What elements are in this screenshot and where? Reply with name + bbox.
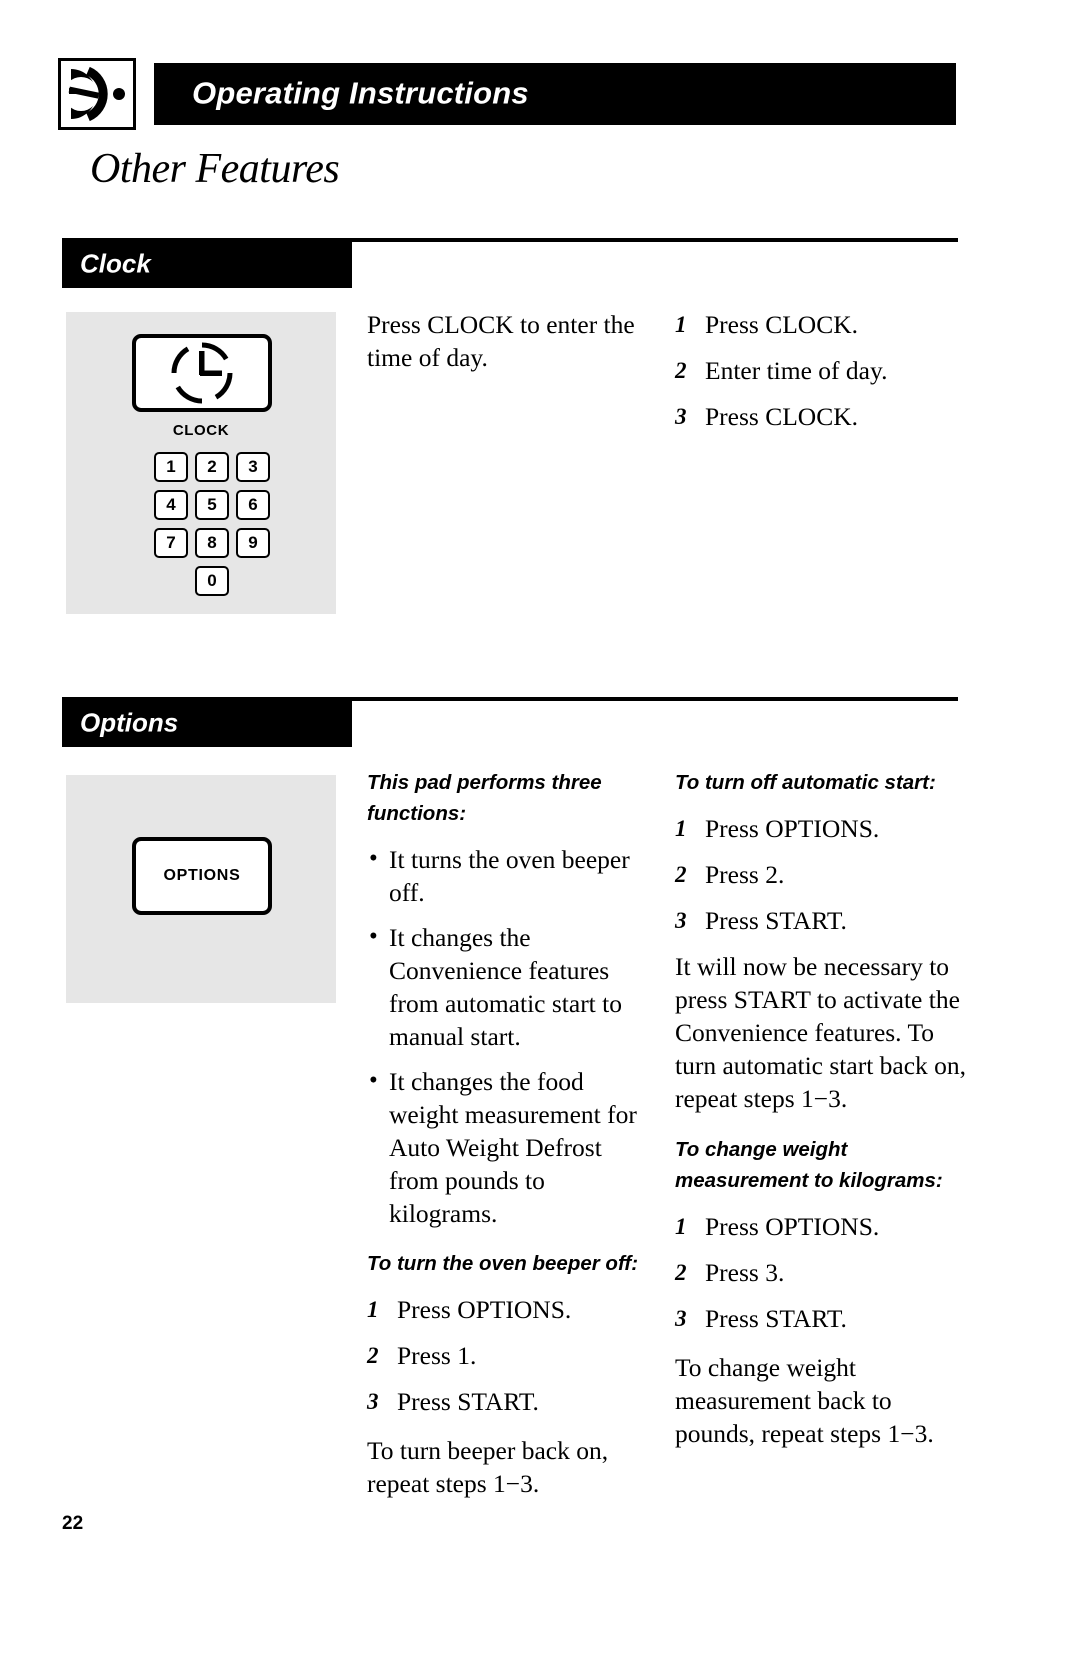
page-title: Other Features — [90, 146, 340, 192]
step-text: Press OPTIONS. — [705, 1212, 880, 1241]
keypad-key-3[interactable]: 3 — [236, 452, 270, 482]
step-item: 2 Press 2. — [675, 858, 967, 891]
step-item: 1 Press OPTIONS. — [675, 812, 967, 845]
beeper-heading: To turn the oven beeper off: — [367, 1252, 639, 1275]
step-text: Press OPTIONS. — [397, 1295, 572, 1324]
step-text: Press START. — [705, 1304, 847, 1333]
options-functions-column: This pad performs three functions: • It … — [367, 767, 649, 1519]
beeper-note: To turn beeper back on, repeat steps 1−3… — [367, 1436, 609, 1498]
auto-start-heading: To turn off automatic start: — [675, 771, 936, 794]
clock-steps-column: 1 Press CLOCK. 2 Enter time of day. 3 Pr… — [675, 308, 965, 446]
step-item: 3 Press START. — [675, 904, 967, 937]
step-item: 1 Press CLOCK. — [675, 308, 965, 341]
clock-keypad-illustration: CLOCK 1 2 3 4 5 6 7 8 9 0 — [66, 312, 336, 614]
bullet-icon: • — [369, 845, 378, 872]
section-tab-options: Options — [62, 701, 352, 747]
step-number: 1 — [675, 1214, 687, 1239]
step-text: Press START. — [705, 906, 847, 935]
step-item: 1 Press OPTIONS. — [675, 1210, 967, 1243]
options-intro-heading: This pad performs three functions: — [367, 771, 602, 825]
section-tab-label: Options — [80, 707, 179, 738]
step-item: 2 Enter time of day. — [675, 354, 965, 387]
step-number: 2 — [675, 358, 687, 383]
step-text: Press CLOCK. — [705, 310, 859, 339]
step-number: 1 — [367, 1297, 379, 1322]
header-title: Operating Instructions — [192, 75, 529, 111]
auto-start-note: It will now be necessary to press START … — [675, 952, 967, 1113]
bullet-icon: • — [369, 1067, 378, 1094]
page-number: 22 — [62, 1513, 84, 1534]
step-number: 3 — [367, 1389, 379, 1414]
page-header: Operating Instructions — [58, 58, 958, 130]
list-item-text: It changes the food weight measurement f… — [389, 1067, 637, 1228]
list-item: • It turns the oven beeper off. — [367, 843, 649, 909]
options-pad-button[interactable]: OPTIONS — [132, 837, 272, 915]
clock-face-icon — [171, 342, 233, 404]
step-item: 3 Press START. — [675, 1302, 967, 1335]
step-number: 3 — [675, 908, 687, 933]
options-pad-label: OPTIONS — [163, 867, 241, 884]
keypad-key-5[interactable]: 5 — [195, 490, 229, 520]
list-item-text: It changes the Convenience features from… — [389, 923, 622, 1051]
list-item-text: It turns the oven beeper off. — [389, 845, 630, 907]
keypad-key-8[interactable]: 8 — [195, 528, 229, 558]
step-number: 3 — [675, 1306, 687, 1331]
keypad-key-6[interactable]: 6 — [236, 490, 270, 520]
step-number: 1 — [675, 816, 687, 841]
keypad-key-2[interactable]: 2 — [195, 452, 229, 482]
microwave-dial-icon — [58, 58, 136, 130]
kilograms-heading: To change weight measurement to kilogram… — [675, 1138, 943, 1192]
step-text: Press 3. — [705, 1258, 785, 1287]
step-text: Press OPTIONS. — [705, 814, 880, 843]
list-item: • It changes the food weight measurement… — [367, 1065, 649, 1230]
bullet-icon: • — [369, 923, 378, 950]
step-item: 3 Press START. — [367, 1385, 649, 1418]
step-number: 2 — [367, 1343, 379, 1368]
section-tab-clock: Clock — [62, 242, 352, 288]
keypad-key-0[interactable]: 0 — [195, 566, 229, 596]
step-text: Press 1. — [397, 1341, 477, 1370]
step-item: 2 Press 1. — [367, 1339, 649, 1372]
clock-pad-label: CLOCK — [172, 422, 230, 439]
kilograms-note: To change weight measurement back to pou… — [675, 1353, 934, 1448]
clock-pad-button[interactable] — [132, 334, 272, 412]
section-tab-label: Clock — [80, 248, 151, 279]
step-number: 2 — [675, 1260, 687, 1285]
step-text: Press START. — [397, 1387, 539, 1416]
step-text: Press 2. — [705, 860, 785, 889]
step-number: 3 — [675, 404, 687, 429]
step-item: 1 Press OPTIONS. — [367, 1293, 649, 1326]
keypad-key-9[interactable]: 9 — [236, 528, 270, 558]
keypad-key-4[interactable]: 4 — [154, 490, 188, 520]
step-text: Enter time of day. — [705, 356, 888, 385]
step-text: Press CLOCK. — [705, 402, 859, 431]
step-number: 1 — [675, 312, 687, 337]
clock-description-column: Press CLOCK to enter the time of day. — [367, 308, 642, 393]
keypad-key-7[interactable]: 7 — [154, 528, 188, 558]
list-item: • It changes the Convenience features fr… — [367, 921, 649, 1053]
step-number: 2 — [675, 862, 687, 887]
clock-description: Press CLOCK to enter the time of day. — [367, 310, 635, 372]
keypad-key-1[interactable]: 1 — [154, 452, 188, 482]
options-pad-illustration: OPTIONS — [66, 775, 336, 1003]
step-item: 2 Press 3. — [675, 1256, 967, 1289]
options-procedures-column: To turn off automatic start: 1 Press OPT… — [675, 767, 967, 1469]
step-item: 3 Press CLOCK. — [675, 400, 965, 433]
header-bar: Operating Instructions — [154, 63, 956, 125]
